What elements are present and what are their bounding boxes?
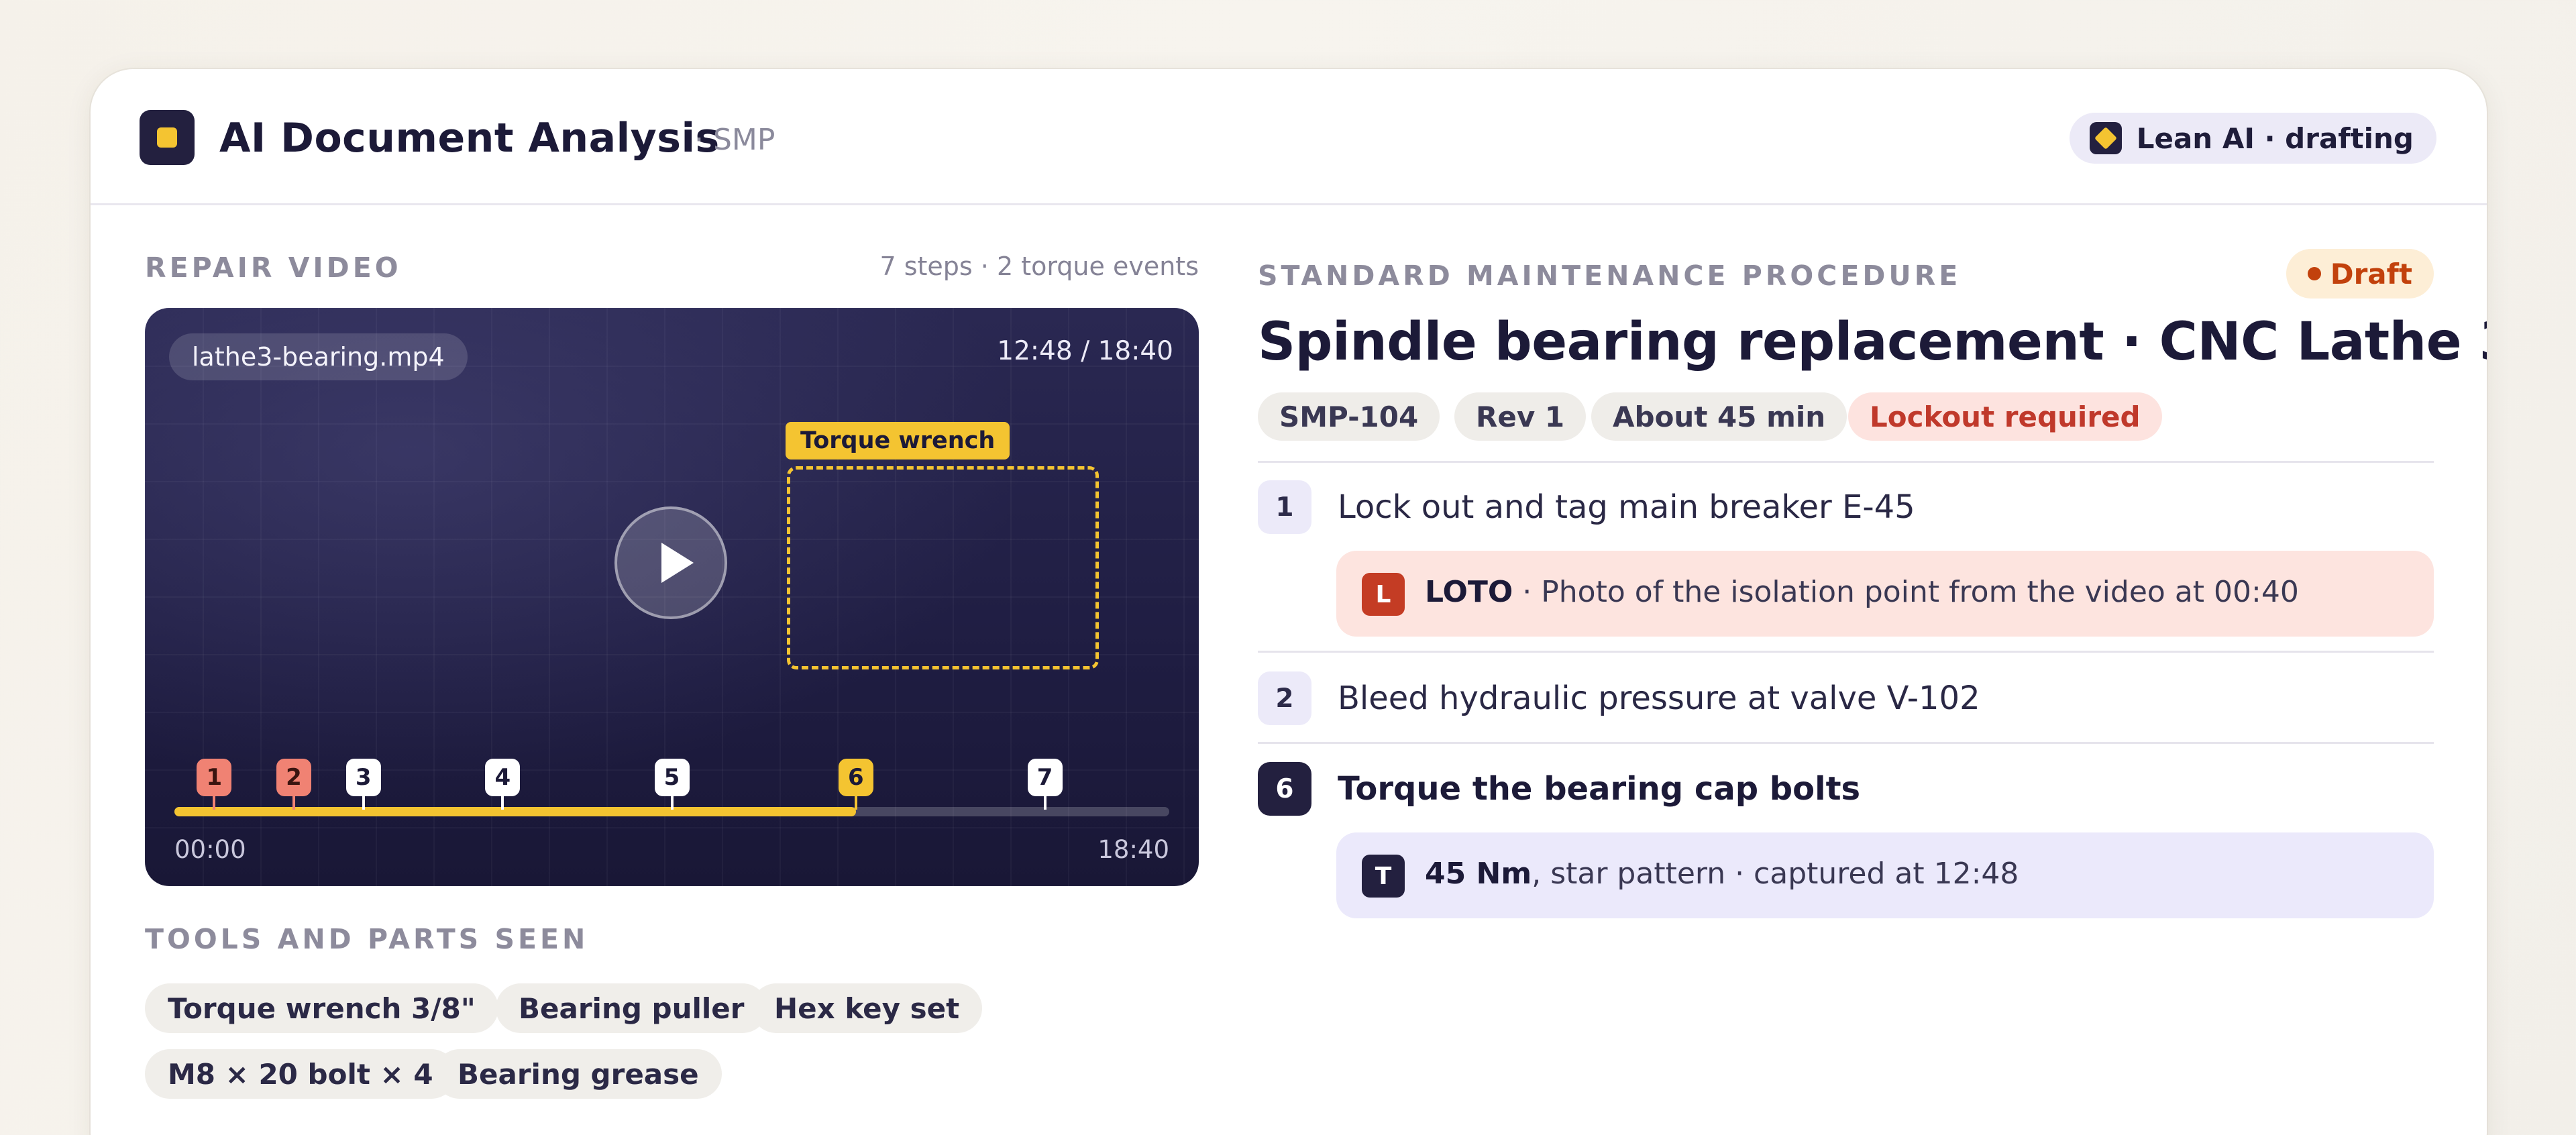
assistant-status-badge[interactable]: Lean AI · drafting <box>2069 113 2436 164</box>
tool-chip[interactable]: M8 × 20 bolt × 4 <box>145 1049 456 1099</box>
app-subtitle: · SMP <box>694 123 775 157</box>
timeline-marker-3[interactable]: 3 <box>345 759 381 810</box>
step-number: 1 <box>1258 480 1311 534</box>
repair-video-label: REPAIR VIDEO <box>145 252 402 284</box>
step-text[interactable]: Lock out and tag main breaker E-45 <box>1338 488 1915 526</box>
step-text-active[interactable]: Torque the bearing cap bolts <box>1338 770 1860 808</box>
tool-chip[interactable]: Torque wrench 3/8" <box>145 983 498 1033</box>
revision-tag: Rev 1 <box>1454 392 1587 441</box>
divider <box>1258 651 2434 653</box>
detection-label: Torque wrench <box>786 422 1010 460</box>
app-header: AI Document Analysis · SMP Lean AI · dra… <box>91 69 2487 205</box>
timeline-marker-1[interactable]: 1 <box>197 759 232 810</box>
divider <box>1258 742 2434 744</box>
video-time-display: 12:48 / 18:40 <box>997 336 1173 366</box>
video-player[interactable]: lathe3-bearing.mp4 12:48 / 18:40 Torque … <box>145 308 1199 886</box>
lockout-tag: Lockout required <box>1848 392 2162 441</box>
divider <box>1258 461 2434 463</box>
torque-icon: T <box>1362 855 1405 898</box>
video-progress-fill <box>174 807 856 816</box>
torque-note[interactable]: T 45 Nm, star pattern · captured at 12:4… <box>1336 832 2434 918</box>
loto-note[interactable]: L LOTO · Photo of the isolation point fr… <box>1336 551 2434 637</box>
lean-ai-icon <box>2089 122 2122 154</box>
app-title: AI Document Analysis <box>219 115 720 162</box>
loto-note-text: LOTO · Photo of the isolation point from… <box>1425 575 2299 609</box>
step-number: 2 <box>1258 671 1311 725</box>
tool-chip[interactable]: Bearing puller <box>496 983 767 1033</box>
loto-icon: L <box>1362 573 1405 616</box>
status-badge[interactable]: Draft <box>2286 249 2434 299</box>
play-button[interactable] <box>614 506 727 619</box>
tool-chip[interactable]: Hex key set <box>751 983 983 1033</box>
timeline-marker-6[interactable]: 6 <box>838 759 873 810</box>
timeline-marker-7[interactable]: 7 <box>1027 759 1063 810</box>
procedure-section-label: STANDARD MAINTENANCE PROCEDURE <box>1258 260 1962 292</box>
timeline-marker-2[interactable]: 2 <box>276 759 311 810</box>
video-summary: 7 steps · 2 torque events <box>879 252 1199 281</box>
step-text[interactable]: Bleed hydraulic pressure at valve V-102 <box>1338 680 1980 717</box>
video-end-time: 18:40 <box>1097 835 1169 864</box>
tool-chip[interactable]: Bearing grease <box>435 1049 722 1099</box>
tools-label: TOOLS AND PARTS SEEN <box>145 923 589 955</box>
video-filename: lathe3-bearing.mp4 <box>169 333 468 380</box>
status-dot-icon <box>2307 267 2321 280</box>
assistant-status-label: Lean AI · drafting <box>2136 121 2414 155</box>
step-number-active: 6 <box>1258 762 1311 816</box>
timeline-marker-5[interactable]: 5 <box>654 759 690 810</box>
main-card: AI Document Analysis · SMP Lean AI · dra… <box>91 69 2487 1135</box>
detection-box <box>787 466 1099 669</box>
app-logo-icon <box>140 110 195 165</box>
torque-note-text: 45 Nm, star pattern · captured at 12:48 <box>1425 857 2019 891</box>
procedure-title: Spindle bearing replacement · CNC Lathe … <box>1258 312 2487 372</box>
procedure-id-tag: SMP-104 <box>1258 392 1440 441</box>
duration-tag: About 45 min <box>1591 392 1847 441</box>
video-start-time: 00:00 <box>174 835 246 864</box>
status-label: Draft <box>2330 257 2412 290</box>
timeline-marker-4[interactable]: 4 <box>485 759 521 810</box>
